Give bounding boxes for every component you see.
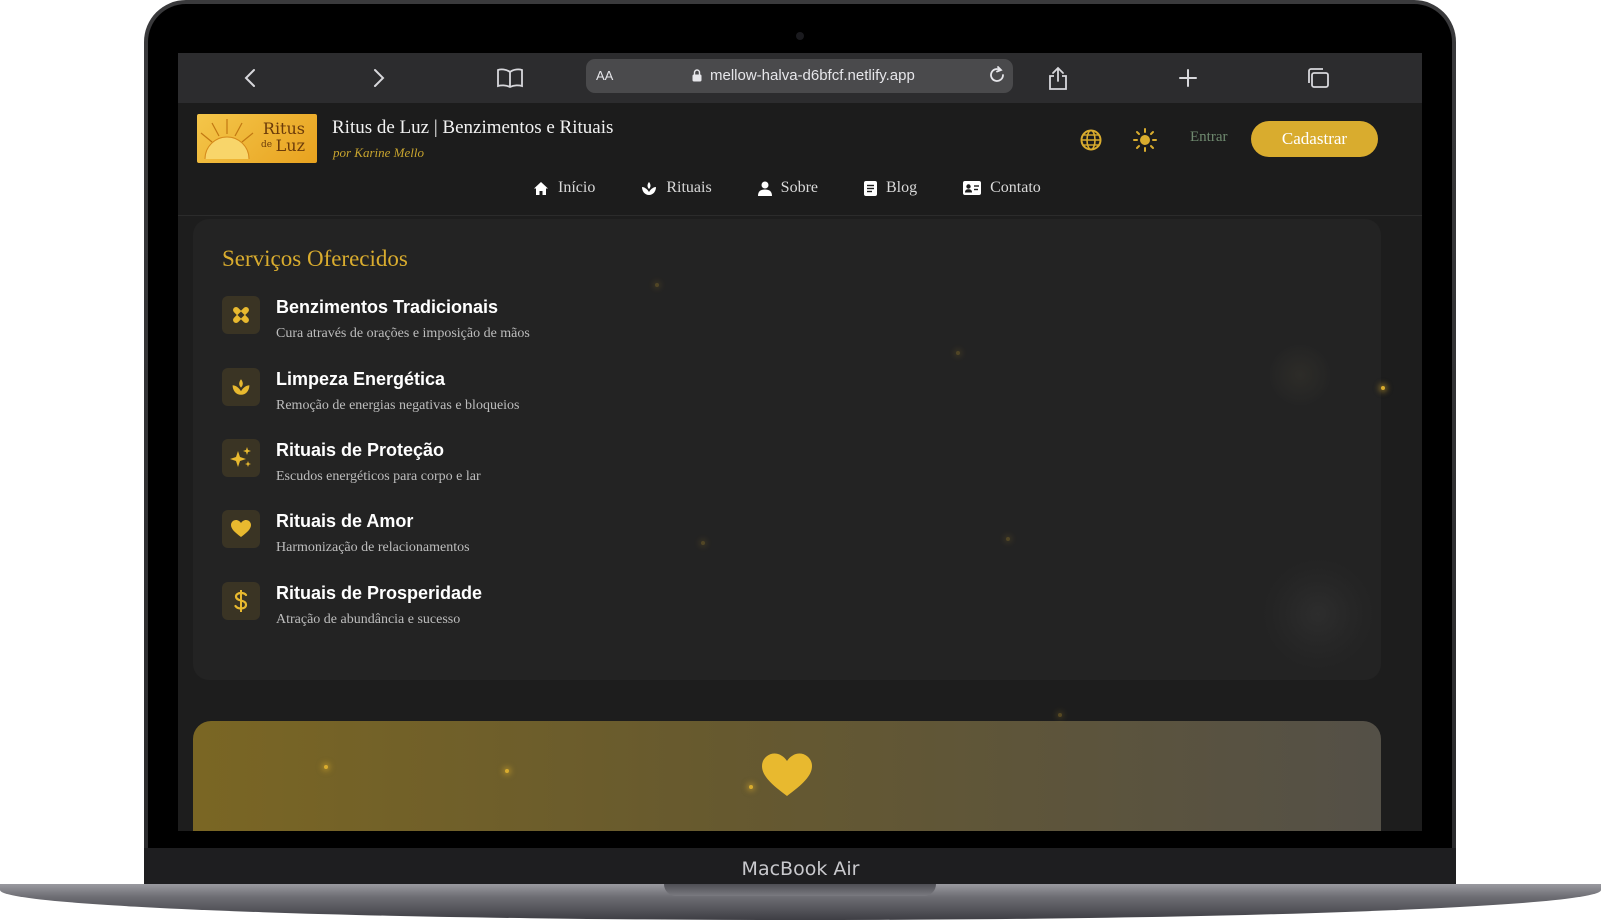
share-icon — [1049, 66, 1067, 90]
services-title: Serviços Oferecidos — [222, 246, 408, 271]
sun-rays-logo-icon — [200, 119, 254, 160]
heart-icon — [231, 520, 251, 537]
main-nav: Início Rituais Sobre Blog Contato — [533, 179, 1087, 197]
user-icon — [757, 181, 772, 196]
login-link[interactable]: Entrar — [1190, 129, 1227, 146]
particle — [505, 769, 509, 773]
particle — [956, 351, 960, 355]
service-icon-tile — [222, 296, 260, 334]
text-size-button[interactable]: AA — [596, 68, 613, 83]
nav-label: Blog — [886, 179, 918, 196]
service-name: Rituais de Proteção — [276, 440, 445, 460]
nav-item-contato[interactable]: Contato — [963, 179, 1041, 197]
signup-button[interactable]: Cadastrar — [1251, 121, 1378, 157]
bookmarks-button[interactable] — [490, 53, 530, 103]
particle — [1058, 713, 1062, 717]
service-item-protecao[interactable]: Rituais de Proteção Escudos energéticos … — [222, 439, 822, 499]
service-name: Benzimentos Tradicionais — [276, 297, 499, 317]
logo-text-de: de — [261, 140, 273, 150]
lotus-icon — [232, 379, 250, 395]
cta-banner — [193, 721, 1381, 831]
service-item-prosperidade[interactable]: Rituais de Prosperidade Atração de abund… — [222, 582, 822, 642]
service-icon-tile — [222, 439, 260, 477]
device-label: MacBook Air — [741, 858, 860, 880]
theme-toggle-button[interactable] — [1132, 127, 1158, 153]
decorative-orb — [1270, 345, 1330, 405]
dollar-icon — [234, 590, 248, 612]
particle — [1381, 386, 1385, 390]
reload-icon — [990, 66, 1004, 82]
screen: AA mellow-halva-d6bfcf.netlify.app Ritus… — [178, 53, 1422, 831]
site-header: Ritus de Luz Ritus de Luz | Benzimentos … — [178, 103, 1422, 216]
lotus-icon — [642, 181, 657, 195]
sparkles-icon — [230, 447, 251, 467]
document-icon — [864, 180, 877, 196]
heart-icon — [762, 753, 812, 796]
address-bar[interactable]: AA mellow-halva-d6bfcf.netlify.app — [586, 59, 1013, 93]
service-name: Rituais de Prosperidade — [276, 583, 483, 603]
service-description: Harmonização de relacionamentos — [276, 540, 470, 555]
service-name: Rituais de Amor — [276, 511, 414, 531]
plus-icon — [1179, 69, 1197, 87]
sun-icon — [1133, 128, 1157, 152]
nav-label: Sobre — [780, 179, 818, 196]
chevron-right-icon — [374, 69, 385, 87]
forward-button[interactable] — [359, 53, 399, 103]
service-icon-tile — [222, 510, 260, 548]
particle — [701, 541, 705, 545]
site-logo[interactable]: Ritus de Luz — [197, 114, 317, 163]
service-name: Limpeza Energética — [276, 369, 446, 389]
bandage-icon — [233, 307, 249, 323]
services-card: Serviços Oferecidos Benzimentos Tradicio… — [193, 219, 1381, 680]
new-tab-button[interactable] — [1168, 53, 1208, 103]
nav-item-rituais[interactable]: Rituais — [641, 179, 712, 197]
back-button[interactable] — [230, 53, 270, 103]
service-item-limpeza[interactable]: Limpeza Energética Remoção de energias n… — [222, 368, 822, 428]
decorative-orb — [1263, 559, 1373, 669]
service-icon-tile — [222, 368, 260, 406]
laptop-hinge-notch — [664, 884, 936, 896]
particle — [749, 785, 753, 789]
nav-label: Início — [558, 179, 596, 196]
service-icon-tile — [222, 582, 260, 620]
site-byline: por Karine Mello — [333, 145, 424, 160]
nav-item-blog[interactable]: Blog — [864, 179, 917, 197]
share-button[interactable] — [1038, 53, 1078, 103]
globe-icon — [1080, 129, 1102, 151]
language-button[interactable] — [1078, 127, 1104, 153]
tabs-button[interactable] — [1298, 53, 1338, 103]
home-icon — [534, 181, 548, 195]
service-description: Cura através de orações e imposição de m… — [276, 326, 530, 341]
nav-label: Rituais — [666, 179, 712, 196]
book-icon — [497, 68, 523, 88]
nav-label: Contato — [990, 179, 1041, 196]
particle — [324, 765, 328, 769]
contact-card-icon — [963, 181, 982, 195]
service-description: Escudos energéticos para corpo e lar — [276, 469, 481, 484]
particle — [655, 283, 659, 287]
lock-icon — [692, 69, 702, 82]
nav-item-inicio[interactable]: Início — [533, 179, 595, 197]
site-title[interactable]: Ritus de Luz | Benzimentos e Rituais — [332, 117, 613, 139]
tabs-icon — [1308, 68, 1329, 88]
nav-item-sobre[interactable]: Sobre — [757, 179, 818, 197]
particle — [1006, 537, 1010, 541]
service-description: Remoção de energias negativas e bloqueio… — [276, 398, 520, 413]
service-description: Atração de abundância e sucesso — [276, 612, 461, 627]
chevron-left-icon — [244, 69, 255, 87]
reload-button[interactable] — [987, 61, 1007, 95]
web-page: Ritus de Luz Ritus de Luz | Benzimentos … — [178, 103, 1422, 831]
service-item-amor[interactable]: Rituais de Amor Harmonização de relacion… — [222, 510, 822, 570]
browser-toolbar: AA mellow-halva-d6bfcf.netlify.app — [178, 53, 1422, 103]
url-text: mellow-halva-d6bfcf.netlify.app — [710, 67, 915, 84]
service-item-benzimentos[interactable]: Benzimentos Tradicionais Cura através de… — [222, 296, 822, 356]
camera — [796, 32, 804, 40]
logo-text-luz: Luz — [275, 136, 305, 155]
